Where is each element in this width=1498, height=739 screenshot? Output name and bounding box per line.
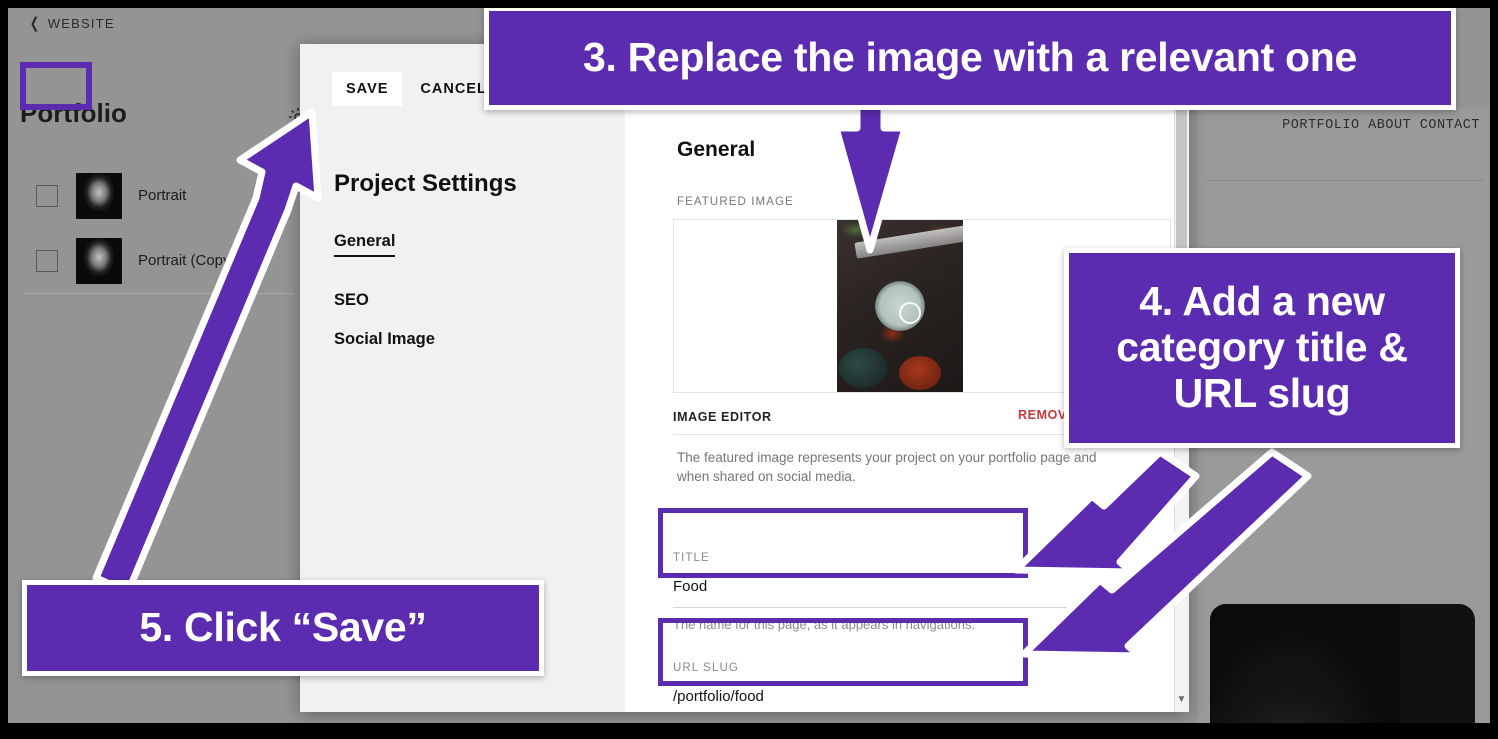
modal-nav-seo[interactable]: SEO (334, 291, 435, 310)
back-to-website-button[interactable]: ❮ WEBSITE (28, 16, 115, 31)
focal-point-handle[interactable] (899, 302, 921, 324)
image-detail (899, 356, 941, 390)
callout-step-3: 3. Replace the image with a relevant one (484, 6, 1456, 110)
project-list: Portrait Portrait (Copy) (8, 163, 308, 293)
modal-nav-social-image[interactable]: Social Image (334, 330, 435, 349)
featured-image-label: FEATURED IMAGE (677, 196, 794, 208)
chevron-down-icon[interactable]: ▼ (1176, 692, 1187, 706)
project-checkbox[interactable] (36, 249, 58, 272)
list-divider (24, 293, 294, 294)
preview-nav: PORTFOLIO ABOUT CONTACT (1282, 118, 1480, 133)
modal-nav-general-label: General (334, 232, 396, 257)
screenshot-root: ❮ WEBSITE EDIT Portfolio Portrait (0, 0, 1498, 739)
chevron-left-icon: ❮ (29, 15, 41, 32)
project-label: Portrait (138, 187, 187, 204)
image-detail (841, 222, 871, 238)
modal-actions: SAVE CANCEL (332, 72, 487, 106)
title-field-value[interactable]: Food (673, 578, 1113, 608)
image-detail (839, 348, 887, 388)
cancel-button[interactable]: CANCEL (420, 81, 486, 97)
title-field-highlight (658, 508, 1028, 578)
preview-image-shading (1210, 604, 1400, 723)
section-title: General (677, 138, 756, 161)
project-checkbox[interactable] (36, 184, 58, 207)
callout-step-5: 5. Click “Save” (22, 580, 544, 676)
modal-heading: Project Settings (334, 170, 517, 197)
preview-image-card (1210, 604, 1475, 723)
list-item[interactable]: Portrait (8, 163, 308, 228)
featured-image-help: The featured image represents your proje… (677, 450, 1097, 485)
back-to-website-label: WEBSITE (47, 16, 115, 31)
callout-step-4: 4. Add a new category title & URL slug (1064, 248, 1460, 448)
slug-field-value[interactable]: /portfolio/food (673, 688, 1113, 712)
featured-image-preview (837, 220, 963, 392)
save-button-highlight (20, 62, 92, 110)
preview-divider (1206, 180, 1484, 181)
save-button[interactable]: SAVE (332, 72, 403, 106)
slug-field-highlight (658, 618, 1028, 686)
project-label: Portrait (Copy) (138, 252, 236, 269)
project-thumbnail (76, 172, 122, 219)
modal-nav-general[interactable]: General (334, 232, 435, 271)
project-thumbnail (76, 237, 122, 284)
list-item[interactable]: Portrait (Copy) (8, 228, 308, 293)
image-editor-label[interactable]: IMAGE EDITOR (673, 410, 772, 424)
modal-nav: General SEO Social Image (334, 232, 435, 369)
